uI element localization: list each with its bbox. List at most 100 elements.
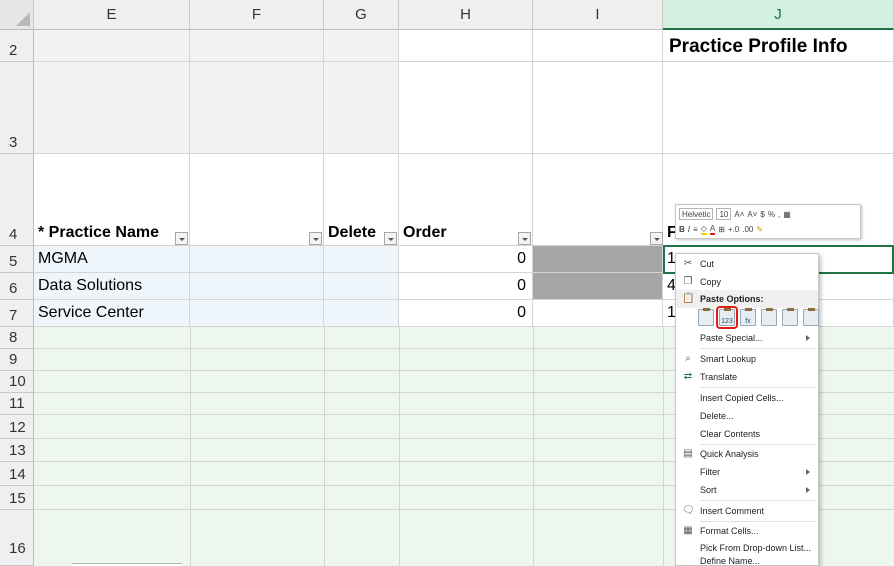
menu-item-paste-special[interactable]: Paste Special... <box>676 329 818 347</box>
format-table-icon[interactable]: ▦ <box>783 210 791 219</box>
cell-practice-name[interactable]: Data Solutions <box>34 273 190 300</box>
increase-decimal-icon[interactable]: +.0 <box>728 225 739 234</box>
column-header-h[interactable]: H <box>399 0 533 30</box>
italic-icon[interactable]: I <box>688 225 690 234</box>
menu-item-clear-contents[interactable]: Clear Contents <box>676 425 818 443</box>
cell-g3[interactable] <box>324 62 399 154</box>
paste-transpose-icon[interactable] <box>761 308 777 326</box>
row-header-12[interactable]: 12 <box>0 415 34 439</box>
select-all-corner[interactable] <box>0 0 34 30</box>
paste-icon[interactable] <box>698 308 714 326</box>
cell-h2[interactable] <box>399 30 533 62</box>
paste-values-icon[interactable]: 123 <box>716 306 738 329</box>
cell-practice-name[interactable]: MGMA <box>34 246 190 273</box>
cell-delete[interactable] <box>324 300 399 327</box>
menu-item-define-name[interactable]: Define Name... <box>676 556 818 566</box>
menu-item-filter[interactable]: Filter <box>676 463 818 481</box>
menu-item-format-cells[interactable]: ▦ Format Cells... <box>676 522 818 540</box>
menu-item-smart-lookup[interactable]: ⌕ Smart Lookup <box>676 350 818 368</box>
column-header-j[interactable]: J <box>663 0 894 30</box>
cell-f7[interactable] <box>190 300 324 327</box>
cell-f3[interactable] <box>190 62 324 154</box>
paste-formatting-icon[interactable] <box>782 308 798 326</box>
row-header-14[interactable]: 14 <box>0 462 34 486</box>
column-header-e[interactable]: E <box>34 0 190 30</box>
percent-icon[interactable]: % <box>768 210 775 219</box>
row-header-11[interactable]: 11 <box>0 393 34 415</box>
paste-formulas-icon[interactable]: fx <box>740 308 756 326</box>
cell-f4[interactable] <box>190 154 324 246</box>
row-header-10[interactable]: 10 <box>0 371 34 393</box>
menu-item-translate[interactable]: ⇄ Translate <box>676 368 818 386</box>
menu-item-label: Insert Copied Cells... <box>700 393 784 403</box>
comma-icon[interactable]: , <box>778 210 780 219</box>
filter-dropdown-icon[interactable] <box>650 232 663 245</box>
cell-i7[interactable] <box>533 300 663 327</box>
header-order[interactable]: Order <box>399 154 533 246</box>
menu-item-insert-copied-cells[interactable]: Insert Copied Cells... <box>676 389 818 407</box>
row-header-4[interactable]: 4 <box>0 154 34 246</box>
menu-item-label: Copy <box>700 277 722 287</box>
row-header-2[interactable]: 2 <box>0 30 34 62</box>
menu-item-insert-comment[interactable]: 🗨 Insert Comment <box>676 502 818 520</box>
decrease-decimal-icon[interactable]: .00 <box>742 225 753 234</box>
column-header-f[interactable]: F <box>190 0 324 30</box>
cell-f2[interactable] <box>190 30 324 62</box>
menu-item-copy[interactable]: ❐ Copy <box>676 273 818 291</box>
column-header-i[interactable]: I <box>533 0 663 30</box>
format-painter-icon[interactable]: ✎ <box>756 225 763 234</box>
cell-f6[interactable] <box>190 273 324 300</box>
cell-order[interactable]: 0 <box>399 300 533 327</box>
cell-i6[interactable] <box>533 273 663 300</box>
filter-dropdown-icon[interactable] <box>175 232 188 245</box>
row-header-16[interactable]: 16 <box>0 510 34 566</box>
filter-dropdown-icon[interactable] <box>309 232 322 245</box>
cell-i4[interactable] <box>533 154 663 246</box>
cell-e3[interactable] <box>34 62 190 154</box>
cell-practice-name[interactable]: Service Center <box>34 300 190 327</box>
currency-icon[interactable]: $ <box>760 210 764 219</box>
select-all-triangle-icon <box>16 12 30 26</box>
menu-item-quick-analysis[interactable]: ▤ Quick Analysis <box>676 445 818 463</box>
row-header-7[interactable]: 7 <box>0 300 34 327</box>
menu-item-pick-from-list[interactable]: Pick From Drop-down List... <box>676 539 818 557</box>
cell-delete[interactable] <box>324 273 399 300</box>
cell-e2[interactable] <box>34 30 190 62</box>
cell-order[interactable]: 0 <box>399 273 533 300</box>
cell-h3[interactable] <box>399 62 533 154</box>
align-icon[interactable]: ≡ <box>693 225 698 234</box>
cell-delete[interactable] <box>324 246 399 273</box>
formulas-badge: fx <box>745 318 751 325</box>
font-color-icon[interactable]: A <box>709 224 716 235</box>
shrink-font-icon[interactable]: A˅ <box>747 210 757 219</box>
cell-i2[interactable] <box>533 30 663 62</box>
row-header-15[interactable]: 15 <box>0 486 34 510</box>
row-header-3[interactable]: 3 <box>0 62 34 154</box>
header-practice-name[interactable]: * Practice Name <box>34 154 190 246</box>
row-header-6[interactable]: 6 <box>0 273 34 300</box>
cell-g2[interactable] <box>324 30 399 62</box>
cell-i3[interactable] <box>533 62 663 154</box>
menu-item-sort[interactable]: Sort <box>676 481 818 499</box>
cell-i5[interactable] <box>533 246 663 273</box>
menu-item-cut[interactable]: ✂ Cut <box>676 255 818 273</box>
column-header-g[interactable]: G <box>324 0 399 30</box>
cell-order[interactable]: 0 <box>399 246 533 273</box>
borders-icon[interactable]: ⊞ <box>718 225 725 234</box>
cell-f5[interactable] <box>190 246 324 273</box>
paste-link-icon[interactable] <box>803 308 819 326</box>
bold-icon[interactable]: B <box>679 225 685 234</box>
row-header-9[interactable]: 9 <box>0 349 34 371</box>
font-size-box[interactable]: 10 <box>716 208 732 220</box>
font-name-box[interactable]: Helvetic <box>679 208 714 220</box>
row-header-5[interactable]: 5 <box>0 246 34 273</box>
row-header-8[interactable]: 8 <box>0 327 34 349</box>
grow-font-icon[interactable]: A˄ <box>734 210 744 219</box>
menu-item-label: Cut <box>700 259 715 269</box>
row-header-13[interactable]: 13 <box>0 439 34 462</box>
fill-color-icon[interactable]: ◇ <box>700 224 707 235</box>
cell-j3[interactable] <box>663 62 894 154</box>
filter-dropdown-icon[interactable] <box>384 232 397 245</box>
filter-dropdown-icon[interactable] <box>518 232 531 245</box>
menu-item-delete[interactable]: Delete... <box>676 407 818 425</box>
